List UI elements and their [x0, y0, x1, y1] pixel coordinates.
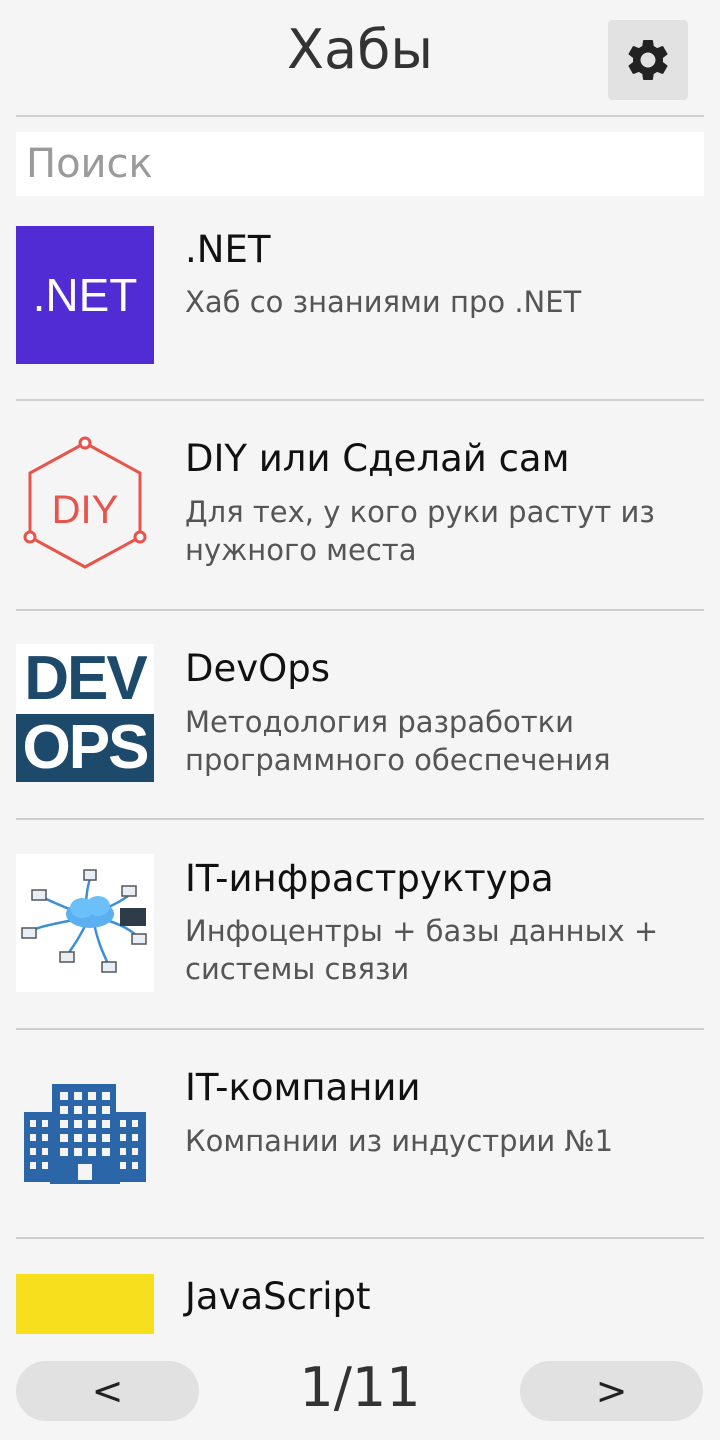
search-input[interactable] — [16, 132, 704, 196]
hub-title: JavaScript — [185, 1275, 371, 1318]
dotnet-logo: .NET — [16, 226, 154, 364]
list-divider — [16, 818, 704, 820]
it-infrastructure-logo — [16, 854, 154, 992]
hub-title: DevOps — [185, 647, 331, 690]
devops-logo: DEV OPS — [16, 644, 154, 782]
diy-logo-text: DIY — [52, 488, 119, 532]
hub-title: DIY или Сделай сам — [185, 437, 570, 480]
header: Хабы — [0, 0, 720, 116]
hub-title: .NET — [185, 228, 271, 271]
hub-title: IT-инфраструктура — [185, 857, 554, 900]
diy-logo: DIY — [16, 435, 154, 573]
list-divider — [16, 1028, 704, 1030]
hub-item-diy[interactable]: DIY DIY или Сделай сам Для тех, у кого р… — [0, 435, 720, 609]
javascript-logo — [16, 1274, 154, 1334]
list-divider — [16, 609, 704, 611]
hub-description: Хаб со знаниями про .NET — [185, 285, 582, 319]
hub-description: Компании из индустрии №1 — [185, 1124, 614, 1158]
gear-icon — [628, 39, 668, 80]
hexagon-icon: DIY — [23, 436, 147, 569]
hub-item-it-infrastructure[interactable]: IT-инфраструктура Инфоцентры + базы данн… — [0, 854, 720, 1028]
next-page-button[interactable]: > — [520, 1361, 703, 1421]
hub-item-it-companies[interactable]: IT-компании Компании из индустрии №1 — [0, 1064, 720, 1238]
hub-description: Инфоцентры + базы данных + системы связи — [185, 914, 659, 986]
hub-description: Для тех, у кого руки растут из нужного м… — [185, 495, 655, 567]
settings-button[interactable] — [608, 20, 688, 100]
list-divider — [16, 1237, 704, 1239]
devops-logo-text-top: DEV — [24, 644, 147, 713]
header-divider — [16, 115, 704, 117]
hub-item-dotnet[interactable]: .NET .NET Хаб со знаниями про .NET — [0, 226, 720, 400]
dotnet-logo-text: .NET — [32, 269, 138, 321]
hub-item-devops[interactable]: DEV OPS DevOps Методология разработки пр… — [0, 644, 720, 818]
hub-item-javascript[interactable]: JavaScript — [0, 1274, 720, 1334]
buildings-icon — [24, 1084, 146, 1184]
list-divider — [16, 399, 704, 401]
hub-description: Методология разработки программного обес… — [185, 705, 611, 777]
network-icon — [21, 869, 147, 973]
it-companies-logo — [16, 1064, 154, 1202]
hub-title: IT-компании — [185, 1066, 421, 1109]
devops-logo-text-bottom: OPS — [16, 714, 154, 782]
